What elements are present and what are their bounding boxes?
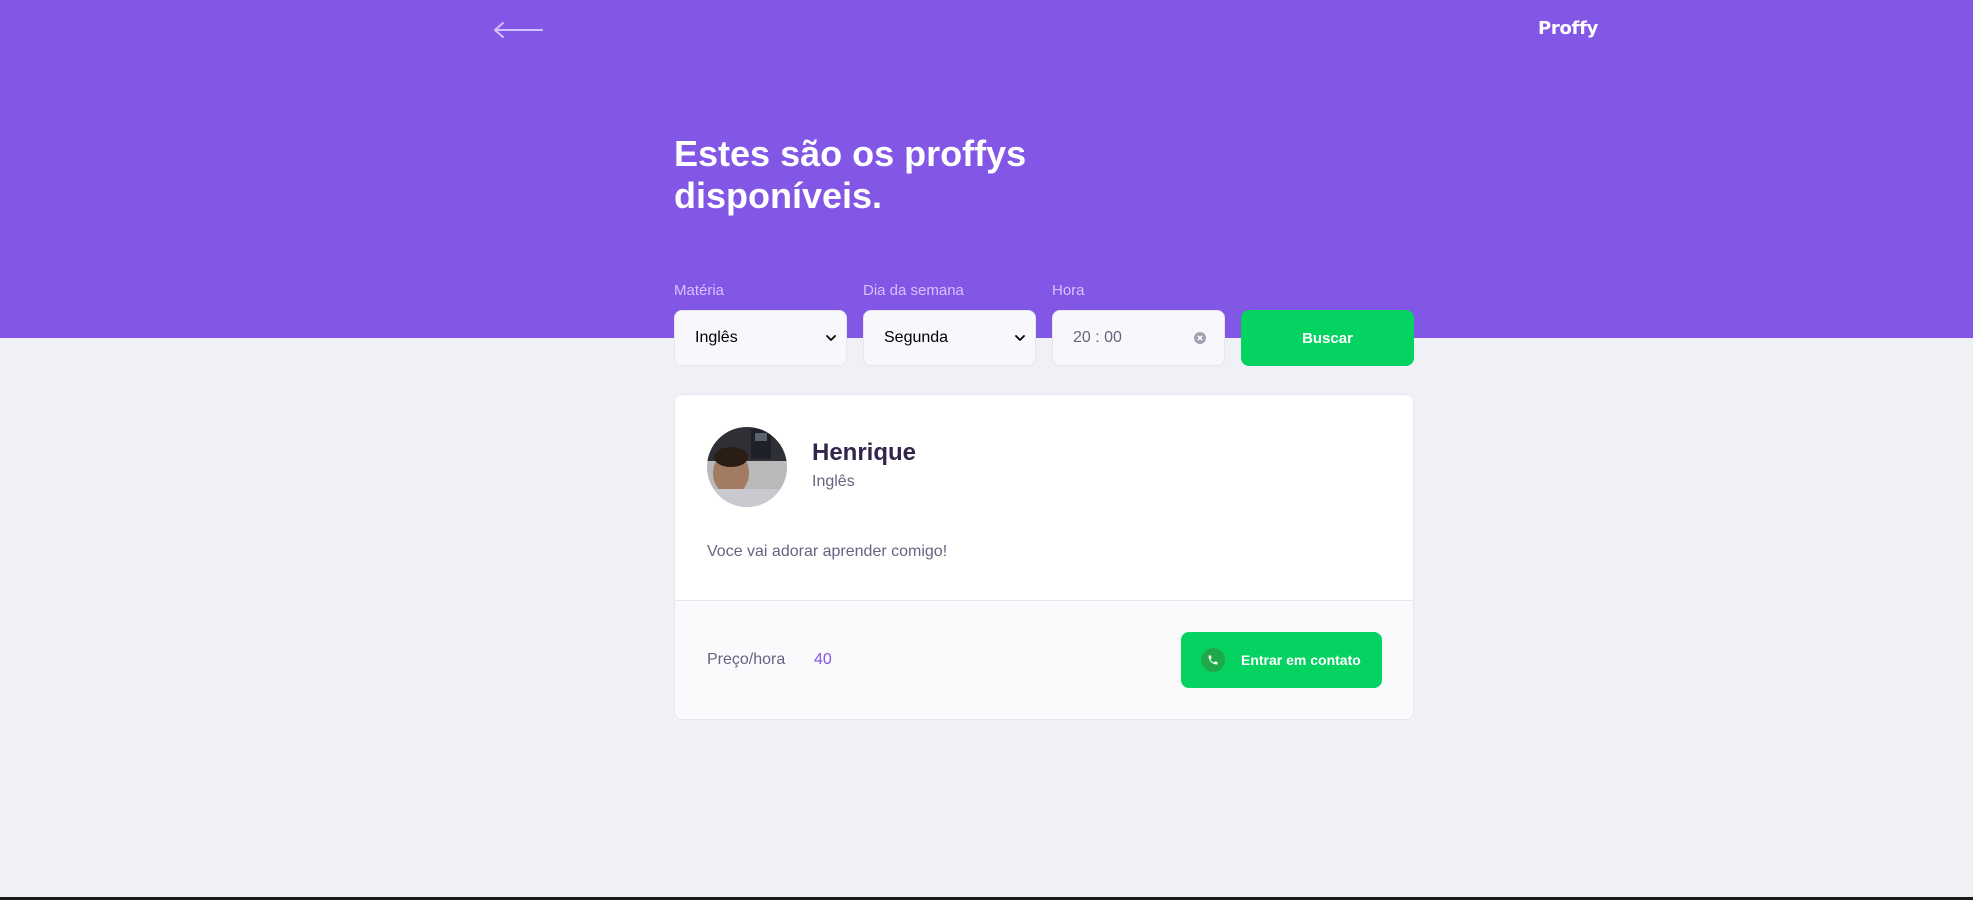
page: Proffy Estes são os proffys disponíveis.… <box>0 0 1973 900</box>
page-title: Estes são os proffys disponíveis. <box>674 133 1027 216</box>
chevron-down-icon <box>826 335 836 341</box>
whatsapp-phone-icon <box>1201 648 1225 672</box>
teacher-card: Henrique Inglês Voce vai adorar aprender… <box>674 394 1414 720</box>
search-button[interactable]: Buscar <box>1241 310 1414 366</box>
price-label: Preço/hora <box>707 651 786 668</box>
avatar <box>707 427 787 507</box>
proffy-logo: Proffy <box>1538 18 1599 39</box>
contact-button[interactable]: Entrar em contato <box>1181 632 1382 688</box>
time-label: Hora <box>1052 282 1085 299</box>
weekday-label: Dia da semana <box>863 282 964 299</box>
teacher-subject: Inglês <box>812 473 855 490</box>
subject-label: Matéria <box>674 282 725 299</box>
clear-icon[interactable] <box>1194 332 1206 344</box>
arrow-left-icon <box>494 22 543 38</box>
hero-header: Proffy Estes são os proffys disponíveis.… <box>0 0 1973 338</box>
price-value: 40 <box>814 651 832 668</box>
weekday-select-value: Segunda <box>884 329 949 346</box>
chevron-down-icon <box>1015 335 1025 341</box>
teacher-name: Henrique <box>812 439 917 466</box>
back-button[interactable] <box>492 18 544 42</box>
card-footer: Preço/hora 40 Entrar em contato <box>675 600 1413 719</box>
subject-select-value: Inglês <box>695 329 738 346</box>
time-input-value: 20 : 00 <box>1073 329 1122 346</box>
teacher-bio: Voce vai adorar aprender comigo! <box>707 543 948 560</box>
time-input[interactable]: 20 : 00 <box>1052 310 1225 366</box>
subject-select[interactable]: Inglês <box>674 310 847 366</box>
contact-button-label: Entrar em contato <box>1241 652 1361 668</box>
weekday-select[interactable]: Segunda <box>863 310 1036 366</box>
